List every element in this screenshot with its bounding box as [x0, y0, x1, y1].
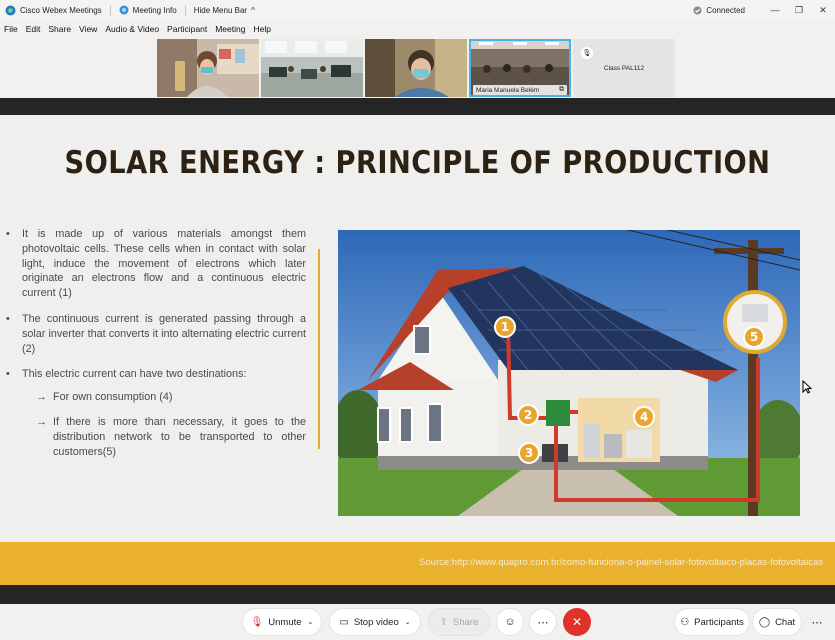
- stop-video-button[interactable]: ▭ Stop video ⌄: [329, 608, 421, 636]
- menu-edit[interactable]: Edit: [26, 24, 41, 34]
- sub-bullet-2: → If there is more than necessary, it goe…: [36, 415, 306, 459]
- participant-video-1: [157, 39, 259, 97]
- video-tile-class[interactable]: 🎙 Class PAL112: [573, 39, 675, 97]
- more-dots-icon: ⋯: [537, 616, 549, 629]
- share-screen-icon: ⧉: [559, 86, 564, 93]
- restore-icon: ❐: [794, 4, 804, 15]
- minimize-button[interactable]: —: [763, 0, 787, 20]
- unmute-button[interactable]: 🎙 Unmute ⌄: [242, 608, 322, 636]
- menu-bar: File Edit Share View Audio & Video Parti…: [0, 21, 275, 37]
- menu-help[interactable]: Help: [253, 24, 270, 34]
- close-window-button[interactable]: ✕: [811, 0, 835, 20]
- close-icon: ✕: [571, 615, 583, 629]
- share-border-top: [0, 98, 835, 115]
- participants-label: Participants: [694, 616, 744, 628]
- more-options-button[interactable]: ⋯: [529, 608, 557, 636]
- menu-audio-video[interactable]: Audio & Video: [105, 24, 159, 34]
- menu-share[interactable]: Share: [48, 24, 71, 34]
- video-tile-3[interactable]: [365, 39, 467, 97]
- close-icon: ✕: [819, 4, 827, 15]
- video-strip: Maria Manuela Belém ⧉ 🎙 Class PAL112: [157, 39, 675, 97]
- menu-participant[interactable]: Participant: [167, 24, 207, 34]
- hide-menu-label: Hide Menu Bar: [193, 5, 248, 15]
- marker-4: 4: [640, 410, 648, 424]
- smiley-icon: ☺: [504, 616, 516, 628]
- share-screen-icon: ⇪: [439, 616, 449, 628]
- bullet-1-text: It is made up of various materials among…: [22, 228, 306, 300]
- solar-house-illustration: 1 2 3 4 5: [338, 230, 800, 516]
- class-tile-label: Class PAL112: [603, 64, 645, 72]
- active-speaker-tag: Maria Manuela Belém ⧉: [473, 85, 567, 95]
- connection-label: Connected: [706, 5, 745, 15]
- participants-button[interactable]: ⚇ Participants: [674, 608, 750, 636]
- connection-status[interactable]: Connected: [693, 6, 745, 15]
- minimize-icon: —: [770, 5, 780, 15]
- unmute-label: Unmute: [268, 616, 302, 628]
- sub-bullet-2-text: If there is more than necessary, it goes…: [53, 415, 306, 458]
- stop-video-label: Stop video: [353, 616, 399, 628]
- slide-footer-band: Source:http://www.quapro.com.br/como-fun…: [0, 542, 835, 585]
- participant-video-2: [261, 39, 363, 97]
- panel-options-button[interactable]: ⋯: [803, 608, 831, 636]
- arrow-right-icon: →: [36, 391, 47, 404]
- connection-icon: [693, 6, 702, 14]
- marker-3: 3: [525, 446, 533, 460]
- bullet-2-text: The continuous current is generated pass…: [22, 312, 306, 355]
- leave-meeting-button[interactable]: ✕: [563, 608, 591, 636]
- meeting-info-icon: [119, 5, 129, 15]
- webex-logo-icon: [5, 5, 16, 15]
- marker-1: 1: [501, 320, 509, 334]
- share-border-bottom: [0, 585, 835, 604]
- video-camera-icon: ▭: [339, 616, 349, 628]
- participant-video-3: [365, 39, 467, 97]
- active-speaker-name: Maria Manuela Belém: [476, 86, 540, 94]
- mic-muted-icon: 🎙: [250, 616, 264, 628]
- bullet-3: • This electric current can have two dest…: [6, 367, 306, 382]
- sub-bullet-1: → For own consumption (4): [36, 390, 306, 405]
- bullet-3-text: This electric current can have two desti…: [22, 368, 247, 381]
- share-button[interactable]: ⇪ Share: [428, 608, 490, 636]
- app-name: Cisco Webex Meetings: [20, 5, 102, 15]
- mic-icon: 🎙: [581, 47, 593, 59]
- source-link: Source:http://www.quapro.com.br/como-fun…: [419, 557, 823, 568]
- video-tile-active[interactable]: Maria Manuela Belém ⧉: [469, 39, 571, 97]
- shared-slide: SOLAR ENERGY : PRINCIPLE OF PRODUCTION •…: [0, 115, 835, 585]
- person-icon: ⚇: [680, 616, 690, 628]
- hide-menu-bar-button[interactable]: Hide Menu Bar ^: [194, 6, 255, 15]
- slide-divider: [318, 249, 320, 449]
- slide-title: SOLAR ENERGY : PRINCIPLE OF PRODUCTION: [64, 145, 771, 181]
- arrow-right-icon: →: [36, 415, 47, 428]
- more-dots-icon: ⋯: [811, 616, 823, 629]
- share-label: Share: [453, 616, 479, 628]
- reactions-button[interactable]: ☺: [496, 608, 524, 636]
- bullet-2: • The continuous current is generated pas…: [6, 312, 306, 355]
- restore-button[interactable]: ❐: [787, 0, 811, 20]
- marker-2: 2: [524, 408, 532, 422]
- title-bar: Cisco Webex Meetings Meeting Info Hide M…: [0, 0, 835, 20]
- video-tile-2[interactable]: [261, 39, 363, 97]
- mouse-cursor-icon: [802, 380, 812, 394]
- marker-5: 5: [750, 330, 758, 344]
- bullet-1: • It is made up of various materials amon…: [6, 228, 306, 300]
- slide-bullets: • It is made up of various materials amon…: [6, 227, 306, 469]
- meeting-controls: 🎙 Unmute ⌄ ▭ Stop video ⌄ ⇪ Share ☺ ⋯ ✕ …: [0, 604, 835, 640]
- chat-bubble-icon: ◯: [758, 616, 771, 628]
- menu-meeting[interactable]: Meeting: [215, 24, 245, 34]
- chevron-up-icon: ^: [251, 5, 255, 15]
- sub-bullet-1-text: For own consumption (4): [53, 391, 173, 404]
- chevron-down-icon[interactable]: ⌄: [405, 618, 411, 626]
- chat-label: Chat: [775, 616, 796, 628]
- video-tile-1[interactable]: [157, 39, 259, 97]
- meeting-info-label: Meeting Info: [132, 5, 177, 15]
- chevron-down-icon[interactable]: ⌄: [308, 618, 314, 626]
- app-title: Cisco Webex Meetings: [0, 5, 102, 16]
- menu-view[interactable]: View: [79, 24, 97, 34]
- menu-file[interactable]: File: [4, 24, 18, 34]
- chat-button[interactable]: ◯ Chat: [752, 608, 802, 636]
- meeting-info-button[interactable]: Meeting Info: [119, 5, 177, 15]
